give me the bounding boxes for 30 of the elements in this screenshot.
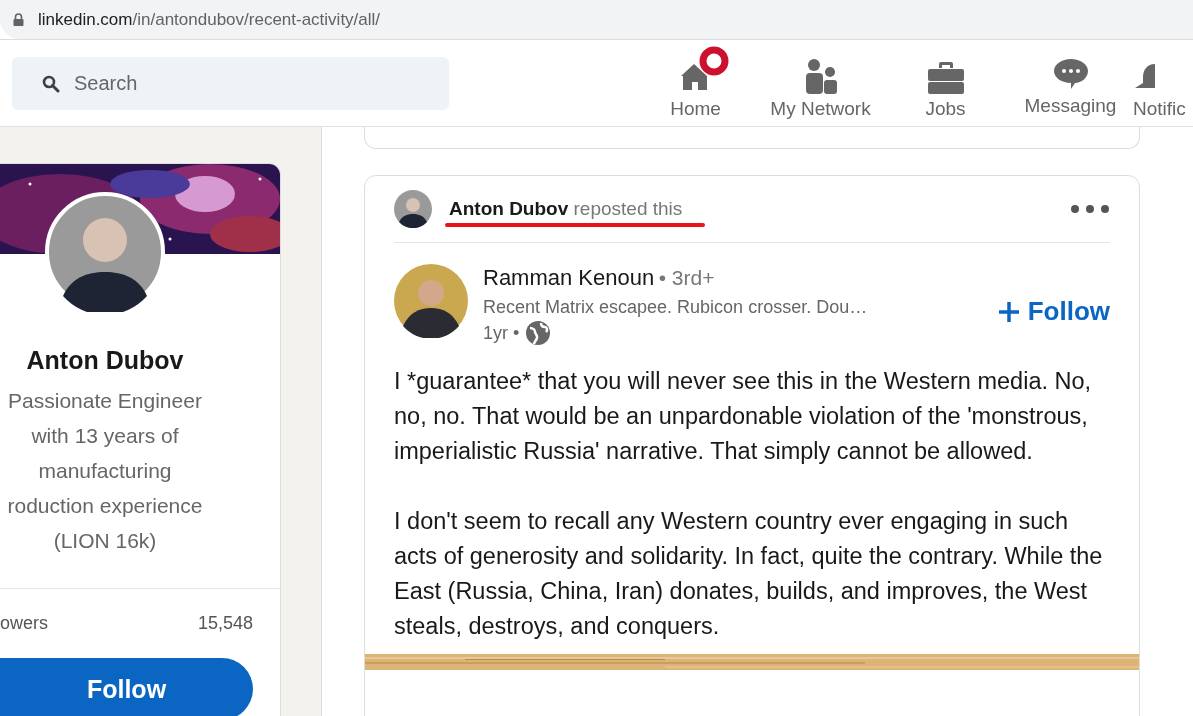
globe-icon xyxy=(525,320,552,346)
search-icon xyxy=(42,74,60,93)
post-age: 1yr • xyxy=(483,321,520,345)
url-text: linkedin.com/in/antondubov/recent-activity/all/ xyxy=(38,9,381,30)
nav-item[interactable]: Notific xyxy=(1133,40,1193,126)
repost-line: Anton Dubov reposted this xyxy=(448,197,684,220)
chat-icon xyxy=(1052,57,1089,91)
avatar xyxy=(394,190,432,228)
post-paragraph: I *guarantee* that you will never see this in the Western media. No, no, no. That would be an unpardonable violation of the 'monstrous, imperialistic Russia' narrative. That simply cannot be allowed. xyxy=(394,367,1093,466)
plus-icon xyxy=(997,300,1020,323)
search-field[interactable]: Search xyxy=(12,56,449,110)
author-name[interactable]: Ramman Kenoun xyxy=(483,265,655,290)
lock-icon xyxy=(13,13,24,26)
author-headline: Recent Matrix escapee. Rubicon crosser. Dou… xyxy=(483,295,869,318)
profile-headline: Passionate Engineer with 13 years of manufacturing roduction experience (LION 16k) xyxy=(6,388,204,554)
nav-item[interactable]: Home xyxy=(633,40,758,126)
nav-item[interactable]: Messaging xyxy=(1008,40,1133,126)
follow-button[interactable]: Follow xyxy=(0,658,253,716)
profile-name: Anton Dubov xyxy=(25,346,185,375)
address-bar[interactable]: linkedin.com/in/antondubov/recent-activity/all/ xyxy=(0,0,1193,39)
nav-item[interactable]: Jobs xyxy=(883,40,1008,126)
more-icon[interactable] xyxy=(1071,205,1109,213)
nav-item[interactable]: My Network xyxy=(758,40,883,126)
followers-label: owers xyxy=(0,613,48,634)
briefcase-icon xyxy=(926,60,965,94)
connection-degree: • 3rd+ xyxy=(658,266,715,289)
post-paragraph: I don't seem to recall any Western country ever engaging in such acts of generosity and solidarity. In fact, quite the contrary. While the East (Russia, China, Iran) donates, builds, and improves, the West steals, destroys, and conquers. xyxy=(394,507,1104,641)
people-icon xyxy=(803,58,838,94)
followers-count: 15,548 xyxy=(197,613,253,634)
follow-button[interactable]: Follow xyxy=(997,296,1110,327)
